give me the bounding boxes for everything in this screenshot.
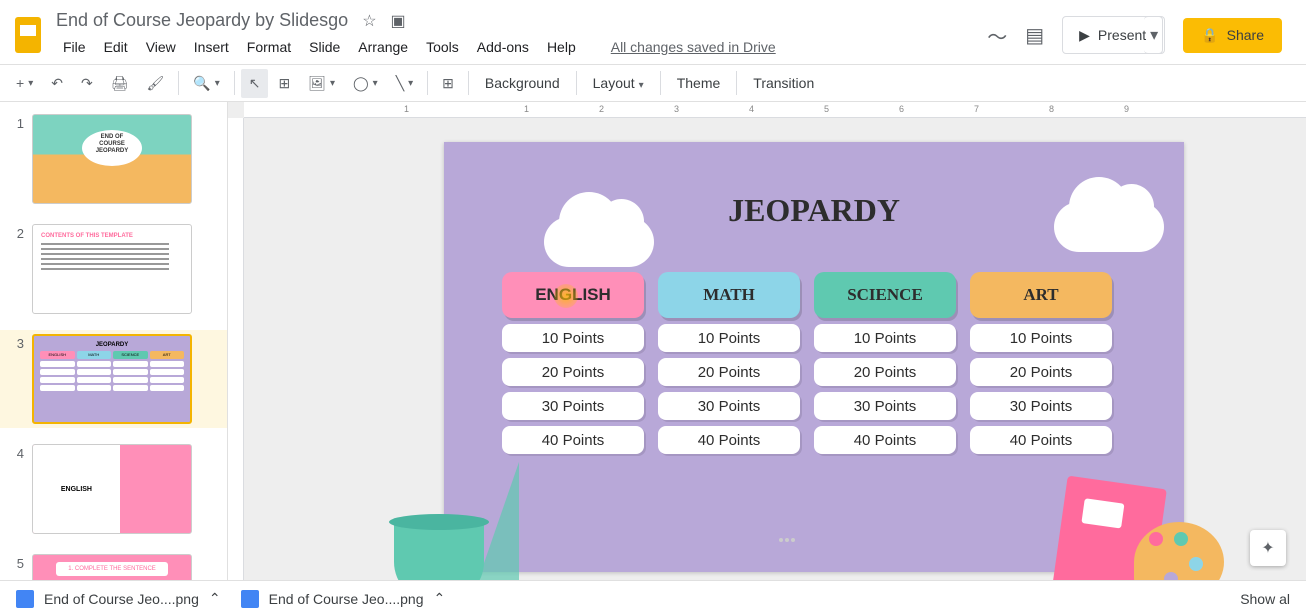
theme-button[interactable]: Theme	[667, 69, 731, 97]
points-cell[interactable]: 10 Points	[658, 324, 800, 352]
chevron-up-icon[interactable]: ⌃	[433, 590, 445, 607]
thumbnail-5[interactable]: 1. COMPLETE THE SENTENCE	[32, 554, 192, 580]
points-cell[interactable]: 40 Points	[658, 426, 800, 454]
redo-button[interactable]: ↷	[73, 69, 101, 98]
toolbar: + ↶ ↷ 🖨 🖌 🔍 ↖ ⊞ 🖼 ◯ ╲ ⊞ Background Layou…	[0, 64, 1306, 102]
thumbnail-panel[interactable]: 1 END OF COURSE JEOPARDY 2 CONTENTS OF T…	[0, 102, 228, 580]
jeopardy-board: ENGLISH 10 Points 20 Points 30 Points 40…	[502, 272, 1112, 454]
category-english[interactable]: ENGLISH	[502, 272, 644, 318]
share-button[interactable]: 🔒Share	[1183, 18, 1282, 53]
file-icon	[16, 590, 34, 608]
menu-bar: File Edit View Insert Format Slide Arran…	[56, 35, 987, 59]
category-math[interactable]: MATH	[658, 272, 800, 318]
click-indicator	[554, 284, 578, 308]
points-cell[interactable]: 40 Points	[814, 426, 956, 454]
horizontal-ruler: 1 1 2 3 4 5 6 7 8 9	[244, 102, 1306, 118]
category-art[interactable]: ART	[970, 272, 1112, 318]
menu-tools[interactable]: Tools	[419, 35, 466, 59]
present-dropdown[interactable]: ▾	[1144, 16, 1165, 54]
download-bar: End of Course Jeo....png⌃ End of Course …	[0, 580, 1306, 616]
points-cell[interactable]: 30 Points	[502, 392, 644, 420]
activity-icon[interactable]: 〜	[987, 21, 1007, 50]
slide-number: 2	[8, 224, 24, 314]
menu-arrange[interactable]: Arrange	[351, 35, 415, 59]
points-cell[interactable]: 20 Points	[970, 358, 1112, 386]
menu-help[interactable]: Help	[540, 35, 583, 59]
slide-number: 4	[8, 444, 24, 534]
cloud-decoration	[544, 217, 654, 267]
save-status[interactable]: All changes saved in Drive	[611, 35, 776, 59]
speaker-notes-handle[interactable]	[767, 538, 807, 544]
thumbnail-row[interactable]: 4 ENGLISH	[0, 440, 227, 538]
thumbnail-row[interactable]: 5 1. COMPLETE THE SENTENCE	[0, 550, 227, 580]
layout-button[interactable]: Layout	[583, 69, 654, 97]
image-tool[interactable]: 🖼	[300, 69, 343, 98]
points-cell[interactable]: 20 Points	[502, 358, 644, 386]
slide-number: 3	[8, 334, 24, 424]
menu-edit[interactable]: Edit	[97, 35, 135, 59]
points-cell[interactable]: 40 Points	[502, 426, 644, 454]
points-cell[interactable]: 40 Points	[970, 426, 1112, 454]
thumbnail-row[interactable]: 3 JEOPARDY ENGLISHMATHSCIENCEART	[0, 330, 227, 428]
background-button[interactable]: Background	[475, 69, 570, 97]
points-cell[interactable]: 10 Points	[970, 324, 1112, 352]
points-cell[interactable]: 30 Points	[970, 392, 1112, 420]
art-decoration-right	[1059, 482, 1224, 580]
undo-button[interactable]: ↶	[43, 69, 71, 98]
show-all-button[interactable]: Show al	[1240, 591, 1290, 607]
points-cell[interactable]: 20 Points	[658, 358, 800, 386]
download-item[interactable]: End of Course Jeo....png⌃	[16, 590, 221, 608]
line-tool[interactable]: ╲	[388, 69, 421, 98]
menu-slide[interactable]: Slide	[302, 35, 347, 59]
menu-insert[interactable]: Insert	[187, 35, 236, 59]
thumbnail-2[interactable]: CONTENTS OF THIS TEMPLATE	[32, 224, 192, 314]
header: End of Course Jeopardy by Slidesgo ☆ ▣ F…	[0, 0, 1306, 64]
art-decoration-left	[394, 462, 519, 580]
lock-icon: 🔒	[1201, 27, 1218, 44]
file-icon	[241, 590, 259, 608]
print-button[interactable]: 🖨	[103, 69, 137, 98]
thumbnail-3[interactable]: JEOPARDY ENGLISHMATHSCIENCEART	[32, 334, 192, 424]
canvas-area: 1 1 2 3 4 5 6 7 8 9 JEOPARDY ENGLISH 10 …	[228, 102, 1306, 580]
comment-button[interactable]: ⊞	[434, 69, 462, 98]
slide-canvas[interactable]: JEOPARDY ENGLISH 10 Points 20 Points 30 …	[444, 142, 1184, 572]
slide-number: 1	[8, 114, 24, 204]
slide-title[interactable]: JEOPARDY	[728, 192, 900, 229]
app-logo[interactable]	[8, 8, 48, 62]
points-cell[interactable]: 10 Points	[502, 324, 644, 352]
points-cell[interactable]: 20 Points	[814, 358, 956, 386]
paint-format-button[interactable]: 🖌	[138, 69, 172, 98]
vertical-ruler	[228, 118, 244, 580]
star-icon[interactable]: ☆	[362, 11, 376, 31]
category-science[interactable]: SCIENCE	[814, 272, 956, 318]
move-icon[interactable]: ▣	[391, 11, 406, 31]
new-slide-button[interactable]: +	[8, 69, 41, 97]
points-cell[interactable]: 10 Points	[814, 324, 956, 352]
slide-number: 5	[8, 554, 24, 580]
cloud-decoration	[1054, 202, 1164, 252]
thumbnail-1[interactable]: END OF COURSE JEOPARDY	[32, 114, 192, 204]
select-tool[interactable]: ↖	[241, 69, 269, 98]
chevron-up-icon[interactable]: ⌃	[209, 590, 221, 607]
comments-icon[interactable]: ▤	[1025, 23, 1044, 48]
workspace: 1 END OF COURSE JEOPARDY 2 CONTENTS OF T…	[0, 102, 1306, 580]
menu-addons[interactable]: Add-ons	[470, 35, 536, 59]
menu-file[interactable]: File	[56, 35, 93, 59]
thumbnail-row[interactable]: 2 CONTENTS OF THIS TEMPLATE	[0, 220, 227, 318]
shape-tool[interactable]: ◯	[345, 69, 386, 98]
points-cell[interactable]: 30 Points	[814, 392, 956, 420]
document-title[interactable]: End of Course Jeopardy by Slidesgo	[56, 10, 348, 31]
zoom-button[interactable]: 🔍	[185, 69, 227, 98]
menu-format[interactable]: Format	[240, 35, 298, 59]
transition-button[interactable]: Transition	[743, 69, 824, 97]
thumbnail-4[interactable]: ENGLISH	[32, 444, 192, 534]
textbox-tool[interactable]: ⊞	[270, 69, 298, 98]
thumbnail-row[interactable]: 1 END OF COURSE JEOPARDY	[0, 110, 227, 208]
download-item[interactable]: End of Course Jeo....png⌃	[241, 590, 446, 608]
points-cell[interactable]: 30 Points	[658, 392, 800, 420]
menu-view[interactable]: View	[139, 35, 183, 59]
explore-button[interactable]: ✦	[1250, 530, 1286, 566]
